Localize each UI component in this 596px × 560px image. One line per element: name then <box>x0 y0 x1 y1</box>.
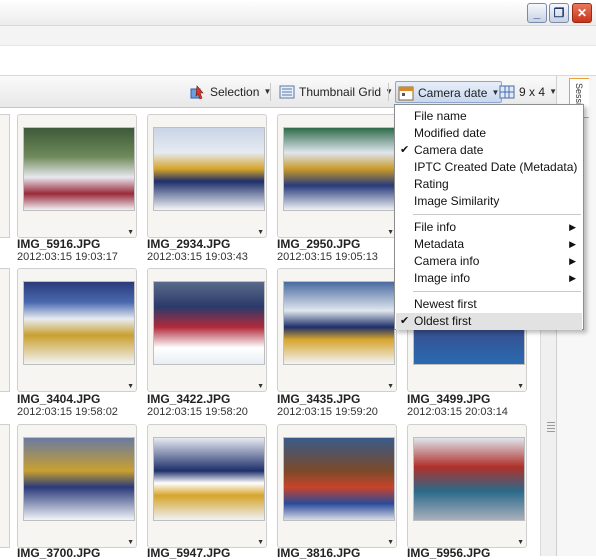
toolbar-divider <box>388 83 389 101</box>
checkmark-icon: ✔ <box>400 315 410 327</box>
file-date: 2012:03:15 19:59:20 <box>277 406 378 418</box>
submenu-arrow-icon: ▶ <box>569 222 576 232</box>
menu-item-rating[interactable]: Rating <box>396 176 582 193</box>
chevron-down-icon[interactable]: ▼ <box>257 383 264 390</box>
thumbnail-card[interactable]: ▼ <box>407 424 527 548</box>
file-date: 2012:03:15 19:58:20 <box>147 406 248 418</box>
thumbnail-card[interactable]: ▼ <box>277 268 397 392</box>
address-strip <box>0 46 596 76</box>
grid-size-label: 9 x 4 <box>519 85 546 99</box>
thumbnail-partial[interactable] <box>0 268 10 392</box>
menu-separator <box>413 291 581 292</box>
file-name: IMG_5956.JPG <box>407 546 491 560</box>
menu-item-modified-date[interactable]: Modified date <box>396 125 582 142</box>
selection-label: Selection <box>210 85 260 99</box>
file-date: 2012:03:15 19:05:13 <box>277 251 378 263</box>
photo-image <box>23 281 135 365</box>
file-date: 2012:03:15 20:03:14 <box>407 406 508 418</box>
thumbnail-card[interactable]: ▼ <box>147 424 267 548</box>
chevron-down-icon[interactable]: ▼ <box>257 539 264 546</box>
menu-item-camera-info[interactable]: Camera info ▶ <box>396 253 582 270</box>
file-name: IMG_2950.JPG <box>277 237 361 251</box>
photo-image <box>153 281 265 365</box>
thumbnail-card[interactable]: ▼ <box>147 114 267 238</box>
photo-image <box>153 127 265 211</box>
chevron-down-icon[interactable]: ▼ <box>387 383 394 390</box>
scrollbar-grip[interactable] <box>547 422 555 432</box>
chevron-down-icon: ▼ <box>385 87 394 96</box>
menu-item-image-info[interactable]: Image info ▶ <box>396 270 582 287</box>
calendar-icon <box>398 86 414 101</box>
menu-item-file-info[interactable]: File info ▶ <box>396 219 582 236</box>
photo-image <box>413 437 525 521</box>
photo-image <box>23 437 135 521</box>
thumbnail-card[interactable]: ▼ <box>277 424 397 548</box>
photo-image <box>283 281 395 365</box>
grid-size-icon <box>499 85 515 99</box>
menu-item-image-similarity[interactable]: Image Similarity <box>396 193 582 210</box>
file-name: IMG_5947.JPG <box>147 546 231 560</box>
chevron-down-icon[interactable]: ▼ <box>387 229 394 236</box>
selection-button[interactable]: Selection ▼ <box>188 81 273 103</box>
submenu-arrow-icon: ▶ <box>569 273 576 283</box>
photo-image <box>153 437 265 521</box>
menu-item-camera-date[interactable]: ✔ Camera date <box>396 142 582 159</box>
thumbnail-grid-icon <box>279 85 295 99</box>
menu-item-oldest-first[interactable]: ✔ Oldest first <box>396 313 582 330</box>
file-date: 2012:03:15 19:58:02 <box>17 406 118 418</box>
chevron-down-icon[interactable]: ▼ <box>517 383 524 390</box>
file-name: IMG_3816.JPG <box>277 546 361 560</box>
file-date: 2012:03:15 19:03:43 <box>147 251 248 263</box>
sort-label: Camera date <box>418 86 488 100</box>
grid-size-button[interactable]: 9 x 4 ▼ <box>497 81 559 103</box>
title-bar: _ ❐ ✕ <box>0 0 596 26</box>
menu-item-newest-first[interactable]: Newest first <box>396 296 582 313</box>
chevron-down-icon[interactable]: ▼ <box>127 539 134 546</box>
menu-item-file-name[interactable]: File name <box>396 108 582 125</box>
file-name: IMG_3700.JPG <box>17 546 101 560</box>
menu-item-metadata[interactable]: Metadata ▶ <box>396 236 582 253</box>
thumbnail-card[interactable]: ▼ <box>17 114 137 238</box>
close-button[interactable]: ✕ <box>572 3 592 23</box>
chevron-down-icon[interactable]: ▼ <box>127 383 134 390</box>
chevron-down-icon[interactable]: ▼ <box>127 229 134 236</box>
submenu-arrow-icon: ▶ <box>569 256 576 266</box>
thumbnail-partial[interactable] <box>0 114 10 238</box>
chevron-down-icon[interactable]: ▼ <box>257 229 264 236</box>
chevron-down-icon[interactable]: ▼ <box>517 539 524 546</box>
thumbnail-card[interactable]: ▼ <box>147 268 267 392</box>
file-name: IMG_3499.JPG <box>407 392 491 406</box>
maximize-button[interactable]: ❐ <box>549 3 569 23</box>
menu-item-iptc-created-date[interactable]: IPTC Created Date (Metadata) <box>396 159 582 176</box>
thumbnail-card[interactable]: ▼ <box>277 114 397 238</box>
minimize-button[interactable]: _ <box>527 3 547 23</box>
sort-dropdown-menu: File name Modified date ✔ Camera date IPT… <box>394 104 584 330</box>
menu-strip <box>0 26 596 46</box>
photo-image <box>283 437 395 521</box>
submenu-arrow-icon: ▶ <box>569 239 576 249</box>
view-mode-button[interactable]: Thumbnail Grid ▼ <box>277 81 395 103</box>
chevron-down-icon[interactable]: ▼ <box>387 539 394 546</box>
thumbnail-partial[interactable] <box>0 424 10 548</box>
checkmark-icon: ✔ <box>400 144 410 156</box>
file-name: IMG_5916.JPG <box>17 237 101 251</box>
view-mode-label: Thumbnail Grid <box>299 85 382 99</box>
file-date: 2012:03:15 19:03:17 <box>17 251 118 263</box>
file-name: IMG_3435.JPG <box>277 392 361 406</box>
file-name: IMG_3404.JPG <box>17 392 101 406</box>
file-name: IMG_2934.JPG <box>147 237 231 251</box>
thumbnail-card[interactable]: ▼ <box>17 268 137 392</box>
photo-image <box>23 127 135 211</box>
photo-image <box>283 127 395 211</box>
thumbnail-card[interactable]: ▼ <box>17 424 137 548</box>
toolbar-divider <box>270 83 271 101</box>
sort-button[interactable]: Camera date ▼ <box>395 81 503 103</box>
file-name: IMG_3422.JPG <box>147 392 231 406</box>
selection-icon <box>190 85 204 100</box>
menu-separator <box>413 214 581 215</box>
